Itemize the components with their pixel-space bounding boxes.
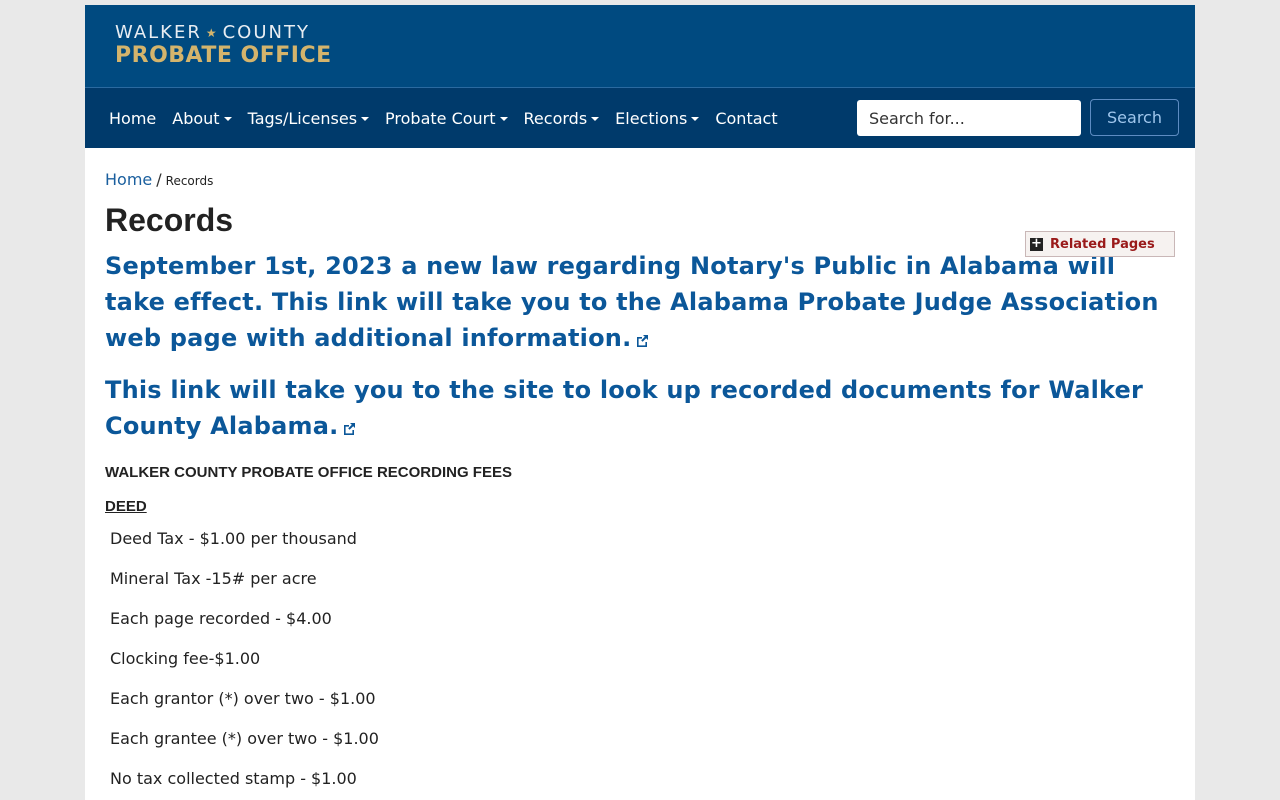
fee-item: Each grantor (*) over two - $1.00 bbox=[110, 689, 376, 708]
nav-item-label: Tags/Licenses bbox=[247, 108, 358, 128]
logo-county-line: WALKER ★ COUNTY bbox=[115, 23, 332, 43]
external-link-icon bbox=[637, 335, 649, 347]
notary-law-link-text: September 1st, 2023 a new law regarding … bbox=[105, 252, 1159, 352]
breadcrumb-home[interactable]: Home bbox=[105, 170, 152, 189]
fee-item: Each grantee (*) over two - $1.00 bbox=[110, 729, 379, 748]
nav-item-label: Contact bbox=[715, 108, 778, 128]
fee-item: Clocking fee-$1.00 bbox=[110, 649, 261, 668]
fee-item: Mineral Tax -15# per acre bbox=[110, 569, 317, 588]
star-icon: ★ bbox=[205, 26, 219, 40]
main-content: Home / Records Records + Related Pages Sep… bbox=[85, 170, 1195, 800]
logo-county: COUNTY bbox=[222, 22, 310, 43]
nav-item-about[interactable]: About bbox=[164, 109, 239, 128]
caret-down-icon bbox=[499, 117, 508, 121]
nav-item-label: Probate Court bbox=[385, 108, 496, 128]
nav-item-label: Elections bbox=[615, 108, 688, 128]
breadcrumb: Home / Records bbox=[105, 170, 1175, 192]
caret-down-icon bbox=[691, 117, 700, 121]
nav-items: Home About Tags/Licenses Probate Court Recor… bbox=[101, 109, 786, 128]
fees-list: Deed Tax - $1.00 per thousand Mineral Tax… bbox=[105, 527, 1175, 800]
nav-item-tags-licenses[interactable]: Tags/Licenses bbox=[240, 109, 377, 128]
logo-walker: WALKER bbox=[115, 22, 202, 43]
plus-icon: + bbox=[1030, 235, 1043, 251]
nav-item-label: Home bbox=[109, 108, 157, 128]
related-pages-toggle[interactable]: + Related Pages bbox=[1025, 231, 1175, 257]
related-pages-label: Related Pages bbox=[1050, 236, 1155, 252]
external-link-icon bbox=[344, 423, 356, 435]
recorded-documents-link[interactable]: This link will take you to the site to l… bbox=[105, 376, 1143, 440]
nav-item-contact[interactable]: Contact bbox=[707, 109, 785, 128]
caret-down-icon bbox=[361, 117, 370, 121]
nav-item-label: Records bbox=[523, 108, 588, 128]
main-nav: Home About Tags/Licenses Probate Court Recor… bbox=[85, 88, 1195, 148]
fee-item: Each page recorded - $4.00 bbox=[110, 609, 332, 628]
caret-down-icon bbox=[591, 117, 600, 121]
page-title: Records bbox=[105, 202, 234, 238]
page: WALKER ★ COUNTY PROBATE OFFICE Home About… bbox=[85, 5, 1195, 800]
logo-probate-office: PROBATE OFFICE bbox=[115, 43, 332, 68]
notary-law-link[interactable]: September 1st, 2023 a new law regarding … bbox=[105, 252, 1159, 352]
nav-item-records[interactable]: Records bbox=[516, 109, 608, 128]
notary-law-notice: September 1st, 2023 a new law regarding … bbox=[105, 248, 1175, 356]
site-header: WALKER ★ COUNTY PROBATE OFFICE bbox=[85, 5, 1195, 88]
fees-header: WALKER COUNTY PROBATE OFFICE RECORDING F… bbox=[105, 464, 512, 481]
nav-item-probate-court[interactable]: Probate Court bbox=[377, 109, 516, 128]
recorded-documents-link-text: This link will take you to the site to l… bbox=[105, 376, 1144, 440]
recorded-documents-notice: This link will take you to the site to l… bbox=[105, 372, 1175, 444]
search-button[interactable]: Search bbox=[1090, 99, 1179, 136]
nav-item-label: About bbox=[172, 108, 220, 128]
breadcrumb-separator: / bbox=[156, 170, 162, 189]
site-logo[interactable]: WALKER ★ COUNTY PROBATE OFFICE bbox=[115, 23, 332, 69]
deed-header: DEED bbox=[105, 498, 147, 515]
search-input[interactable] bbox=[857, 100, 1081, 136]
nav-item-elections[interactable]: Elections bbox=[607, 109, 707, 128]
nav-item-home[interactable]: Home bbox=[101, 109, 164, 128]
fee-item: Deed Tax - $1.00 per thousand bbox=[110, 529, 357, 548]
caret-down-icon bbox=[223, 117, 232, 121]
fee-item: No tax collected stamp - $1.00 bbox=[110, 769, 357, 788]
breadcrumb-current: Records bbox=[165, 174, 214, 188]
